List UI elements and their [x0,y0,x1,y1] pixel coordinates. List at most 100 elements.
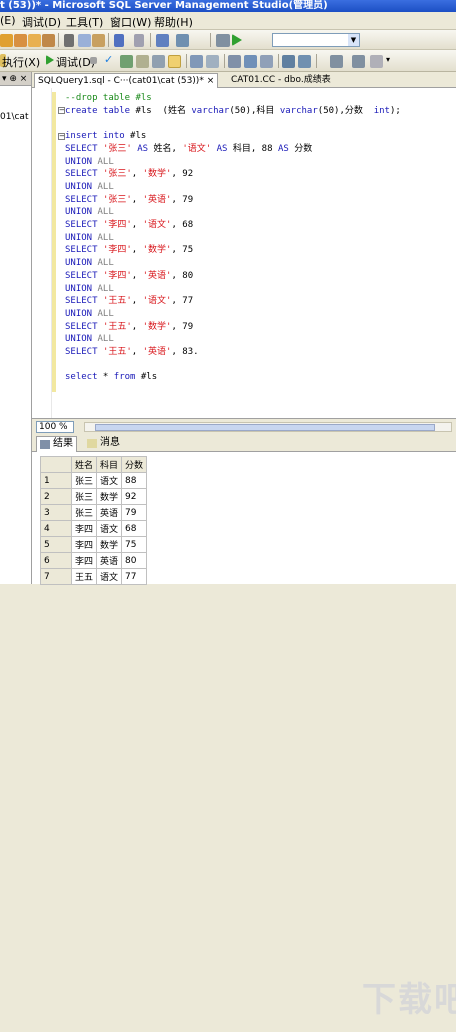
scrollbar-thumb[interactable] [95,424,435,431]
code-line[interactable]: --drop table #ls [65,92,401,105]
menu-help[interactable]: 帮助(H) [154,14,193,30]
code-text[interactable]: --drop table #ls create table #ls (姓名 var… [65,92,401,384]
collapse-icon[interactable]: − [58,133,65,140]
save-icon[interactable] [28,34,41,47]
row-number[interactable]: 5 [40,536,72,553]
folder-icon[interactable] [14,34,27,47]
parse-checkmark-icon[interactable]: ✓ [104,53,113,66]
code-line[interactable] [65,359,401,372]
row-number[interactable]: 1 [40,472,72,489]
code-line[interactable]: UNION ALL [65,308,401,321]
close-icon[interactable]: × [207,76,215,86]
table-cell[interactable]: 数学 [96,536,123,553]
table-cell[interactable]: 英语 [96,552,123,569]
start-debug-icon[interactable] [232,34,242,46]
table-cell[interactable]: 77 [121,568,148,585]
menu-edit[interactable]: (E) [0,14,16,27]
table-row[interactable]: 7 王五 语文 77 [40,568,148,585]
paste-icon[interactable] [92,34,105,47]
table-cell[interactable]: 80 [121,552,148,569]
table-row[interactable]: 4 李四 语文 68 [40,520,148,537]
collapse-icon[interactable]: − [58,107,65,114]
table-cell[interactable]: 张三 [70,488,98,505]
query-options-icon[interactable] [120,55,133,68]
table-cell[interactable]: 张三 [70,504,98,521]
code-line[interactable]: SELECT '张三', '英语', 79 [65,194,401,207]
increase-indent-icon[interactable] [352,55,365,68]
code-line[interactable]: SELECT '李四', '语文', 68 [65,219,401,232]
tab-sqlquery1[interactable]: SQLQuery1.sql - C···(cat01\cat (53))* × [34,73,219,88]
code-line[interactable]: UNION ALL [65,257,401,270]
solution-config-dropdown[interactable]: ▼ [272,33,360,47]
code-line[interactable]: SELECT '王五', '数学', 79 [65,321,401,334]
column-header[interactable]: 科目 [96,456,123,473]
table-cell[interactable]: 68 [121,520,148,537]
comment-icon[interactable] [282,55,295,68]
table-cell[interactable]: 张三 [70,472,98,489]
table-cell[interactable]: 李四 [70,520,98,537]
include-plan-icon[interactable] [190,55,203,68]
execute-button[interactable]: 执行(X) [2,54,40,70]
table-row[interactable]: 5 李四 数学 75 [40,536,148,553]
code-line[interactable]: SELECT '张三' AS 姓名, '语文' AS 科目, 88 AS 分数 [65,143,401,156]
table-cell[interactable]: 数学 [96,488,123,505]
table-row[interactable]: 3 张三 英语 79 [40,504,148,521]
toolbar-options-icon[interactable]: ▾ [386,55,390,64]
table-cell[interactable]: 王五 [70,568,98,585]
code-line[interactable]: SELECT '李四', '数学', 75 [65,244,401,257]
redo-icon[interactable] [134,34,144,47]
code-line[interactable]: SELECT '王五', '英语', 83. [65,346,401,359]
tab-results[interactable]: 结果 [36,436,77,452]
screen-icon[interactable] [216,34,230,47]
results-text-icon[interactable] [228,55,241,68]
open-icon[interactable] [0,34,13,47]
code-line[interactable]: SELECT '张三', '数学', 92 [65,168,401,181]
tab-score-table[interactable]: CAT01.CC - dbo.成绩表 [228,73,334,88]
sql-editor[interactable]: − − --drop table #ls create table #ls (姓名… [32,88,456,418]
results-file-icon[interactable] [260,55,273,68]
table-cell[interactable]: 英语 [96,504,123,521]
cut-icon[interactable] [64,34,74,47]
table-cell[interactable]: 92 [121,488,148,505]
menu-debug[interactable]: 调试(D) [22,14,61,30]
object-explorer-item[interactable]: 01\cat [0,112,28,122]
uncomment-icon[interactable] [298,55,311,68]
code-line[interactable]: UNION ALL [65,283,401,296]
results-grid-icon[interactable] [244,55,257,68]
estimated-plan-icon[interactable] [136,55,149,68]
code-line[interactable] [65,117,401,130]
table-row[interactable]: 2 张三 数学 92 [40,488,148,505]
menu-window[interactable]: 窗口(W) [110,14,151,30]
table-cell[interactable]: 75 [121,536,148,553]
tab-messages[interactable]: 消息 [84,436,123,452]
table-row[interactable]: 6 李四 英语 80 [40,552,148,569]
table-cell[interactable]: 语文 [96,568,123,585]
specify-values-icon[interactable] [370,55,383,68]
code-line[interactable]: UNION ALL [65,232,401,245]
table-cell[interactable]: 88 [121,472,148,489]
menu-tools[interactable]: 工具(T) [66,14,103,30]
client-stats-icon[interactable] [206,55,219,68]
save-all-icon[interactable] [42,34,55,47]
decrease-indent-icon[interactable] [330,55,343,68]
code-line[interactable]: SELECT '王五', '语文', 77 [65,295,401,308]
window-icon[interactable] [176,34,189,47]
zoom-dropdown[interactable]: 100 % [36,421,74,433]
code-line[interactable]: UNION ALL [65,156,401,169]
stop-icon[interactable] [90,57,97,64]
row-number[interactable]: 4 [40,520,72,537]
column-header[interactable]: 分数 [121,456,148,473]
code-line[interactable]: SELECT '李四', '英语', 80 [65,270,401,283]
table-cell[interactable]: 李四 [70,552,98,569]
code-line[interactable]: create table #ls (姓名 varchar(50),科目 varc… [65,105,401,118]
intellisense-icon[interactable] [152,55,165,68]
horizontal-scrollbar[interactable] [84,422,452,432]
row-number[interactable]: 2 [40,488,72,505]
table-cell[interactable]: 语文 [96,520,123,537]
row-number[interactable]: 7 [40,568,72,585]
code-line[interactable]: UNION ALL [65,181,401,194]
table-cell[interactable]: 语文 [96,472,123,489]
code-line[interactable]: UNION ALL [65,333,401,346]
column-header[interactable]: 姓名 [70,456,98,473]
copy-icon[interactable] [78,34,91,47]
